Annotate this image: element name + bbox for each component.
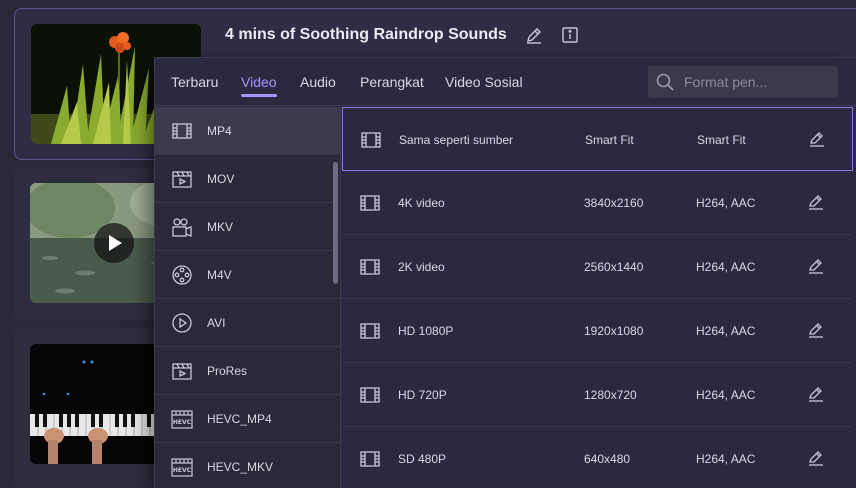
tab-audio[interactable]: Audio <box>300 74 336 90</box>
preset-codec: Smart Fit <box>697 133 746 147</box>
svg-text:HEVC: HEVC <box>173 419 192 426</box>
film-icon <box>359 448 381 470</box>
preset-name: HD 720P <box>398 388 447 402</box>
search-icon <box>656 73 674 91</box>
preset-resolution: 2560x1440 <box>584 260 644 274</box>
preset-codec: H264, AAC <box>696 324 756 338</box>
preset-row[interactable]: 2K video 2560x1440 H264, AAC <box>342 235 852 299</box>
tab-social-video[interactable]: Video Sosial <box>445 74 523 90</box>
film-icon <box>171 120 193 142</box>
film-icon <box>359 192 381 214</box>
preset-resolution: Smart Fit <box>585 133 634 147</box>
preset-row[interactable]: Sama seperti sumber Smart Fit Smart Fit <box>342 107 853 171</box>
preset-resolution: 1280x720 <box>584 388 637 402</box>
format-label: ProRes <box>207 364 248 378</box>
svg-text:HEVC: HEVC <box>173 467 192 474</box>
hevc-icon: HEVC <box>171 456 193 478</box>
format-label: MKV <box>207 220 234 234</box>
format-label: M4V <box>207 268 232 282</box>
hevc-icon: HEVC <box>171 408 193 430</box>
preset-name: 2K video <box>398 260 445 274</box>
edit-preset-icon[interactable] <box>808 450 824 466</box>
file-title: 4 mins of Soothing Raindrop Sounds <box>225 26 507 43</box>
reel-icon <box>171 264 193 286</box>
search-input[interactable] <box>684 66 834 98</box>
format-label: MOV <box>207 172 235 186</box>
edit-preset-icon[interactable] <box>809 131 825 147</box>
format-item-hevc-mp4[interactable]: HEVC HEVC_MP4 <box>155 395 340 443</box>
format-item-hevc-mkv[interactable]: HEVC HEVC_MKV <box>155 443 340 488</box>
play-button[interactable] <box>94 223 134 263</box>
preset-resolution: 640x480 <box>584 452 631 466</box>
preset-name: HD 1080P <box>398 324 454 338</box>
info-icon[interactable] <box>561 26 579 44</box>
output-format-popup: Terbaru Video Audio Perangkat Video Sosi… <box>154 57 856 488</box>
clapper-icon <box>171 360 193 382</box>
camera-icon <box>171 216 193 238</box>
play-circle-icon <box>171 312 193 334</box>
play-icon <box>109 235 122 251</box>
preset-codec: H264, AAC <box>696 260 756 274</box>
format-search <box>648 66 838 98</box>
preset-codec: H264, AAC <box>696 452 756 466</box>
format-list-scrollbar[interactable] <box>333 162 338 284</box>
film-icon <box>359 320 381 342</box>
film-icon <box>359 256 381 278</box>
format-label: MP4 <box>207 124 232 138</box>
format-label: HEVC_MKV <box>207 460 274 474</box>
edit-title-icon[interactable] <box>525 26 543 44</box>
preset-row[interactable]: SD 480P 640x480 H264, AAC <box>342 427 852 488</box>
format-item-avi[interactable]: AVI <box>155 299 340 347</box>
format-item-mov[interactable]: MOV <box>155 155 340 203</box>
tab-device[interactable]: Perangkat <box>360 74 424 90</box>
preset-row[interactable]: HD 1080P 1920x1080 H264, AAC <box>342 299 852 363</box>
edit-preset-icon[interactable] <box>808 194 824 210</box>
edit-preset-icon[interactable] <box>808 258 824 274</box>
container-format-list: MP4 MOV MKV M4V AVI ProRes HEVC HEVC_MP4… <box>155 107 341 488</box>
format-item-m4v[interactable]: M4V <box>155 251 340 299</box>
preset-resolution: 1920x1080 <box>584 324 644 338</box>
edit-preset-icon[interactable] <box>808 322 824 338</box>
preset-name: Sama seperti sumber <box>399 133 514 147</box>
preset-name: SD 480P <box>398 452 447 466</box>
format-label: HEVC_MP4 <box>207 412 272 426</box>
film-icon <box>360 129 382 151</box>
preset-row[interactable]: HD 720P 1280x720 H264, AAC <box>342 363 852 427</box>
format-item-prores[interactable]: ProRes <box>155 347 340 395</box>
format-item-mp4[interactable]: MP4 <box>155 107 340 155</box>
tab-recent[interactable]: Terbaru <box>171 74 218 90</box>
format-label: AVI <box>207 316 226 330</box>
film-icon <box>359 384 381 406</box>
preset-codec: H264, AAC <box>696 196 756 210</box>
format-item-mkv[interactable]: MKV <box>155 203 340 251</box>
preset-resolution: 3840x2160 <box>584 196 644 210</box>
preset-name: 4K video <box>398 196 445 210</box>
edit-preset-icon[interactable] <box>808 386 824 402</box>
preset-row[interactable]: 4K video 3840x2160 H264, AAC <box>342 171 852 235</box>
clapper-icon <box>171 168 193 190</box>
tab-video[interactable]: Video <box>241 74 277 97</box>
preset-codec: H264, AAC <box>696 388 756 402</box>
format-category-tabs: Terbaru Video Audio Perangkat Video Sosi… <box>155 58 856 106</box>
preset-list: Sama seperti sumber Smart Fit Smart Fit … <box>342 107 856 488</box>
